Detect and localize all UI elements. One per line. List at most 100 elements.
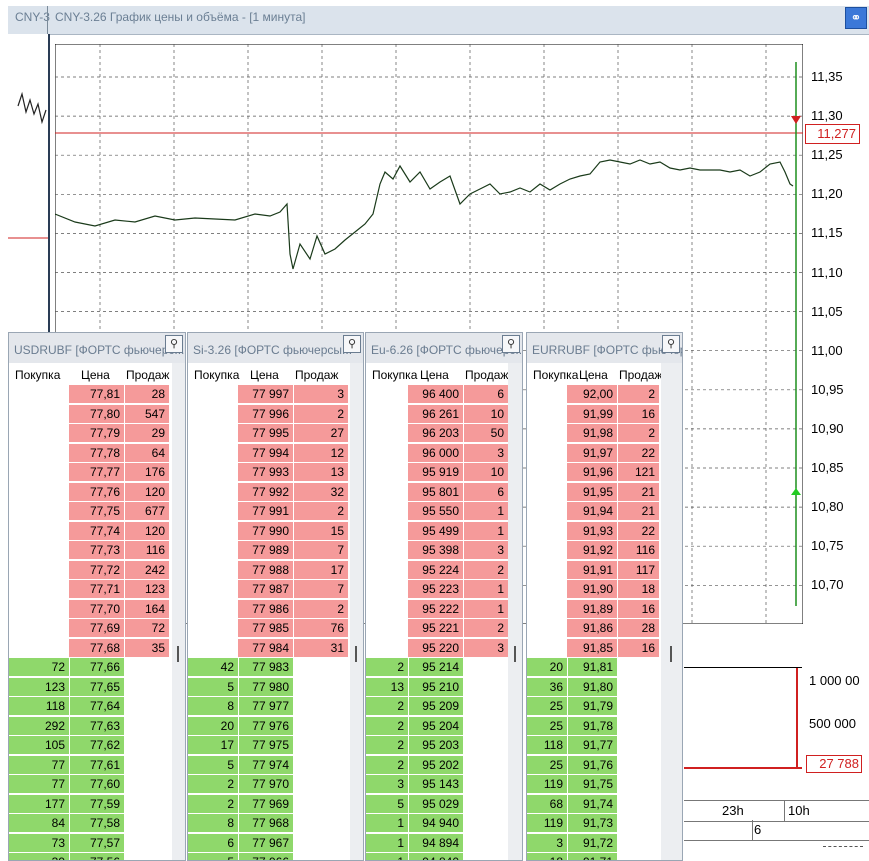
- ask-row[interactable]: 77,69 72: [9, 619, 172, 638]
- bid-row[interactable]: 42 77 983: [188, 658, 350, 677]
- bid-row[interactable]: 123 77,65: [9, 677, 172, 697]
- ask-row[interactable]: 77,78 64: [9, 443, 172, 463]
- ask-row[interactable]: 77 993 13: [188, 463, 350, 482]
- resize-grip[interactable]: [823, 846, 863, 851]
- column-header-price[interactable]: Цена: [420, 368, 449, 382]
- ask-row[interactable]: 91,95 21: [527, 482, 661, 502]
- bid-row[interactable]: 68 91,74: [527, 794, 661, 814]
- column-header-sell[interactable]: Продаж: [126, 368, 169, 382]
- ask-row[interactable]: 95 220 3: [366, 638, 508, 658]
- bid-row[interactable]: 6 77 967: [188, 833, 350, 853]
- bid-row[interactable]: 194 840: [366, 853, 508, 860]
- ask-row[interactable]: 91,85 16: [527, 638, 661, 658]
- ask-row[interactable]: 77 997 3: [188, 385, 350, 404]
- ask-row[interactable]: 95 223 1: [366, 580, 508, 599]
- ask-row[interactable]: 95 221 2: [366, 619, 508, 638]
- ask-row[interactable]: 77 995 27: [188, 424, 350, 443]
- ask-row[interactable]: 77,75 677: [9, 502, 172, 521]
- ask-row[interactable]: 95 499 1: [366, 521, 508, 541]
- ask-row[interactable]: 77,77 176: [9, 463, 172, 482]
- column-header-buy[interactable]: Покупка: [15, 368, 60, 382]
- bid-row[interactable]: 36 91,80: [527, 677, 661, 697]
- order-book-table[interactable]: Покупка Цена Продаж 77 997 3 77 996 2 77 995 27 7…: [188, 363, 350, 860]
- ask-row[interactable]: 96 261 10: [366, 404, 508, 424]
- ask-row[interactable]: 95 224 2: [366, 560, 508, 580]
- unlink-icon[interactable]: ⚲: [662, 335, 680, 353]
- ask-row[interactable]: 77,81 28: [9, 385, 172, 404]
- bid-row[interactable]: 25 91,79: [527, 697, 661, 716]
- ask-row[interactable]: 91,98 2: [527, 424, 661, 443]
- link-icon[interactable]: ⚭: [845, 7, 867, 29]
- bid-row[interactable]: 8 77 977: [188, 697, 350, 716]
- ask-row[interactable]: 77,80 547: [9, 404, 172, 424]
- ask-row[interactable]: 91,96 121: [527, 463, 661, 482]
- bid-row[interactable]: 105 77,62: [9, 736, 172, 755]
- bid-row[interactable]: 5 95 029: [366, 794, 508, 814]
- order-book-title[interactable]: EURRUBF [ФОРТС фьючерс...: [532, 343, 682, 357]
- order-book-table[interactable]: Покупка Цена Продаж 96 400 6 96 261 10 96 203 50…: [366, 363, 508, 860]
- ask-row[interactable]: 77,74 120: [9, 521, 172, 541]
- hidden-window-title[interactable]: CNY-3: [15, 10, 50, 24]
- ask-row[interactable]: 91,97 22: [527, 443, 661, 463]
- bid-row[interactable]: 1891,71: [527, 853, 661, 860]
- price-scale[interactable]: 11,35 11,30 11,25 11,20 11,15 11,10 11,05 11,00…: [803, 44, 869, 624]
- scrollbar-thumb[interactable]: [355, 646, 357, 662]
- column-header-sell[interactable]: Продаж: [619, 368, 662, 382]
- order-book-panel[interactable]: Eu-6.26 [ФОРТС фьючерс... ⚲ Покупка Цена Про…: [365, 332, 523, 861]
- order-book-title[interactable]: USDRUBF [ФОРТС фьючерс...: [14, 343, 184, 357]
- bid-row[interactable]: 25 91,76: [527, 755, 661, 775]
- bid-row[interactable]: 20 91,81: [527, 658, 661, 677]
- order-book-scrollbar[interactable]: [508, 363, 522, 860]
- ask-row[interactable]: 91,92 116: [527, 541, 661, 560]
- scrollbar-thumb[interactable]: [177, 646, 179, 662]
- bid-row[interactable]: 17 77 975: [188, 736, 350, 755]
- ask-row[interactable]: 91,90 18: [527, 580, 661, 599]
- ask-row[interactable]: 95 919 10: [366, 463, 508, 482]
- bid-row[interactable]: 118 91,77: [527, 736, 661, 755]
- ask-row[interactable]: 95 801 6: [366, 482, 508, 502]
- ask-row[interactable]: 91,86 28: [527, 619, 661, 638]
- scrollbar-thumb[interactable]: [670, 646, 672, 662]
- scrollbar-thumb[interactable]: [514, 646, 516, 662]
- ask-row[interactable]: 77 996 2: [188, 404, 350, 424]
- ask-row[interactable]: 91,99 16: [527, 404, 661, 424]
- order-book-scrollbar[interactable]: [350, 363, 363, 860]
- unlink-icon[interactable]: ⚲: [165, 335, 183, 353]
- bid-row[interactable]: 77 77,61: [9, 755, 172, 775]
- order-book-scrollbar[interactable]: [172, 363, 185, 860]
- bid-row[interactable]: 2 77 970: [188, 775, 350, 794]
- ask-row[interactable]: 92,00 2: [527, 385, 661, 404]
- ask-row[interactable]: 77,76 120: [9, 482, 172, 502]
- bid-row[interactable]: 2 95 202: [366, 755, 508, 775]
- unlink-icon[interactable]: ⚲: [502, 335, 520, 353]
- ask-row[interactable]: 77,70 164: [9, 599, 172, 619]
- bid-row[interactable]: 5 77 980: [188, 677, 350, 697]
- bid-row[interactable]: 3 91,72: [527, 833, 661, 853]
- ask-row[interactable]: 91,91 117: [527, 560, 661, 580]
- order-book-table[interactable]: Покупка Цена Продаж 77,81 28 77,80 547 77,79 29 7…: [9, 363, 172, 860]
- bid-row[interactable]: 8 77 968: [188, 814, 350, 833]
- bid-row[interactable]: 577 966: [188, 853, 350, 860]
- unlink-icon[interactable]: ⚲: [343, 335, 361, 353]
- bid-row[interactable]: 292 77,63: [9, 716, 172, 736]
- order-book-panel[interactable]: Si-3.26 [ФОРТС фьючерсы... ⚲ Покупка Цена Пр…: [187, 332, 364, 861]
- column-header-buy[interactable]: Покупка: [194, 368, 239, 382]
- bid-row[interactable]: 84 77,58: [9, 814, 172, 833]
- bid-row[interactable]: 1 94 940: [366, 814, 508, 833]
- column-header-price[interactable]: Цена: [579, 368, 608, 382]
- ask-row[interactable]: 77 984 31: [188, 638, 350, 658]
- ask-row[interactable]: 95 550 1: [366, 502, 508, 521]
- bid-row[interactable]: 13 95 210: [366, 677, 508, 697]
- ask-row[interactable]: 91,93 22: [527, 521, 661, 541]
- column-header-sell[interactable]: Продаж: [465, 368, 508, 382]
- ask-row[interactable]: 96 000 3: [366, 443, 508, 463]
- order-book-scrollbar[interactable]: [661, 363, 682, 860]
- ask-row[interactable]: 77 994 12: [188, 443, 350, 463]
- bid-row[interactable]: 2 95 203: [366, 736, 508, 755]
- ask-row[interactable]: 77 985 76: [188, 619, 350, 638]
- order-book-title[interactable]: Si-3.26 [ФОРТС фьючерсы...: [193, 343, 352, 357]
- bid-row[interactable]: 5 77 974: [188, 755, 350, 775]
- ask-row[interactable]: 91,94 21: [527, 502, 661, 521]
- bid-row[interactable]: 2 95 204: [366, 716, 508, 736]
- ask-row[interactable]: 77,72 242: [9, 560, 172, 580]
